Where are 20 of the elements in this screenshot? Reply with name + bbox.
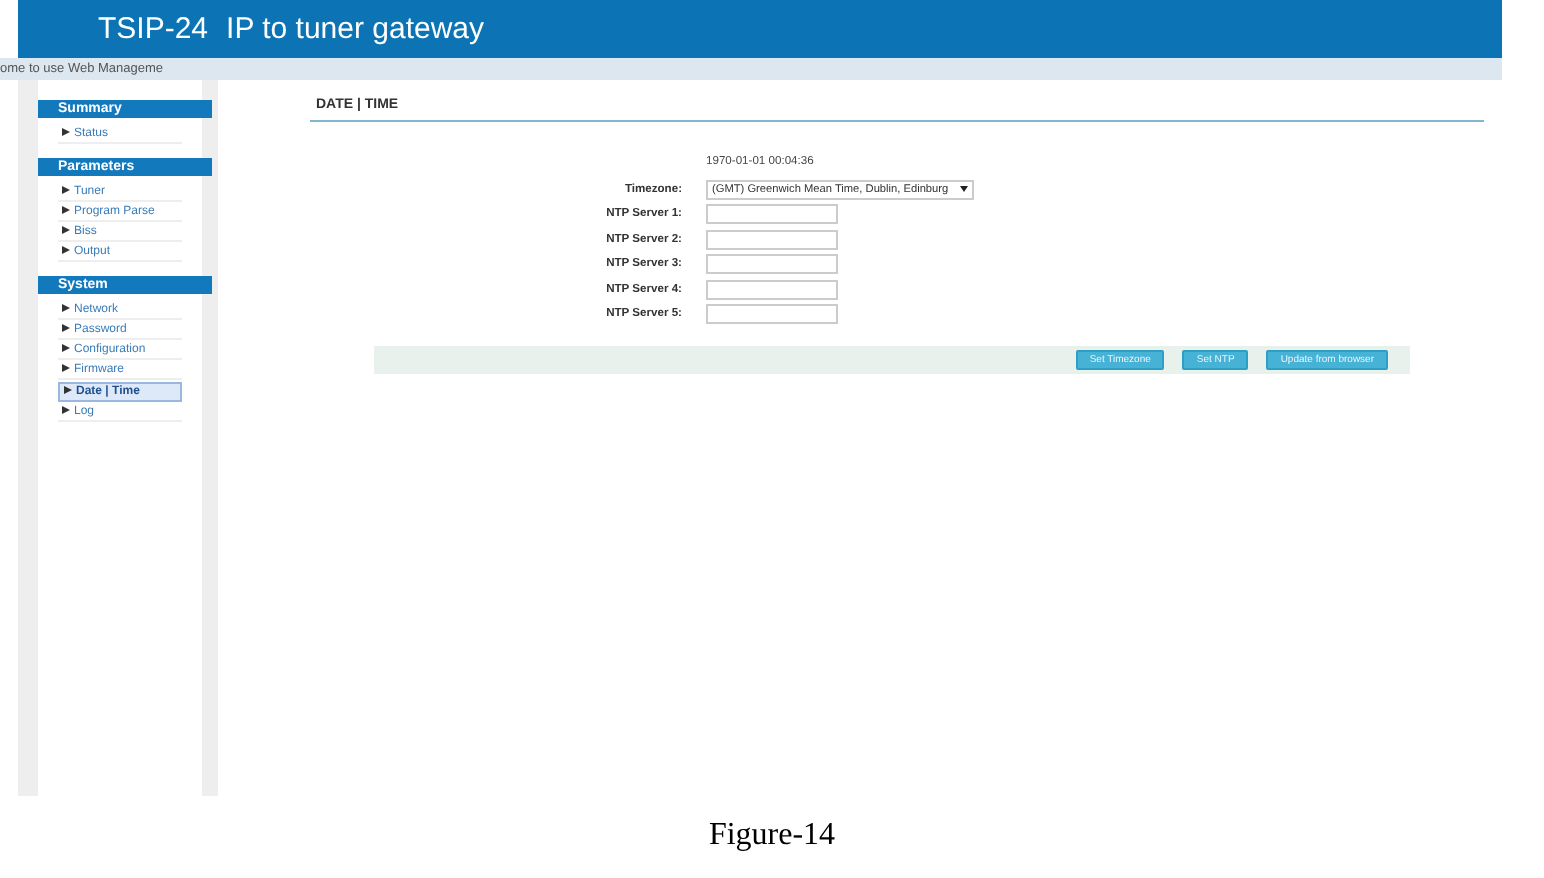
triangle-icon — [64, 386, 72, 395]
triangle-icon — [62, 304, 70, 313]
triangle-icon — [62, 406, 70, 415]
triangle-icon — [62, 226, 70, 235]
input-field[interactable] — [706, 279, 838, 299]
input-field[interactable] — [706, 254, 838, 274]
figure-caption: Figure-14 — [708, 818, 836, 852]
input-field[interactable] — [706, 204, 838, 224]
triangle-icon — [62, 186, 70, 195]
header-title: IP to tuner gateway — [226, 12, 485, 46]
triangle-icon — [62, 246, 70, 255]
input-field[interactable] — [706, 229, 838, 249]
triangle-icon — [62, 324, 70, 333]
caret-icon — [960, 186, 968, 192]
triangle-icon — [62, 364, 70, 373]
triangle-icon — [62, 344, 70, 353]
triangle-icon — [62, 206, 70, 215]
input-field[interactable] — [706, 304, 838, 324]
triangle-icon — [62, 128, 70, 137]
product-model: TSIP-24 — [98, 12, 209, 46]
